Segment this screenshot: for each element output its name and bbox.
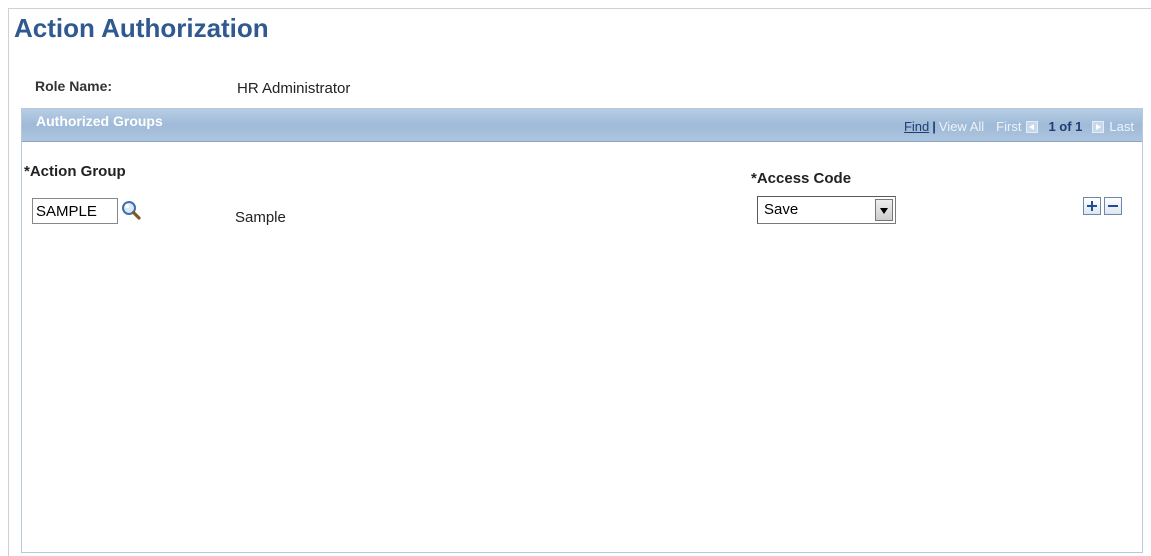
page-title: Action Authorization xyxy=(14,13,269,43)
chevron-down-icon[interactable] xyxy=(875,199,893,221)
role-name-label: Role Name: xyxy=(35,78,113,94)
view-all-link: View All xyxy=(938,119,985,134)
find-link[interactable]: Find xyxy=(904,119,929,134)
delete-row-button[interactable] xyxy=(1104,197,1122,215)
access-code-column-header: *Access Code xyxy=(751,170,852,187)
magnifying-glass-icon[interactable] xyxy=(120,199,142,221)
frame-left-border xyxy=(8,8,9,556)
row-count: 1 of 1 xyxy=(1048,119,1083,134)
minus-icon xyxy=(1108,205,1118,207)
grid-title: Authorized Groups xyxy=(36,113,163,129)
action-group-input[interactable] xyxy=(32,198,118,224)
action-group-description: Sample xyxy=(235,209,286,226)
authorized-groups-grid: Authorized Groups Find | View All First … xyxy=(21,108,1143,553)
access-code-selected-value: Save xyxy=(764,201,799,218)
action-group-column-header: *Action Group xyxy=(24,163,126,180)
grid-header: Authorized Groups Find | View All First … xyxy=(22,109,1142,142)
last-link: Last xyxy=(1109,119,1134,134)
first-link: First xyxy=(996,119,1022,134)
role-name-value: HR Administrator xyxy=(237,80,351,97)
access-code-select[interactable]: Save xyxy=(757,196,896,224)
previous-row-icon xyxy=(1026,120,1039,133)
add-row-button[interactable] xyxy=(1083,197,1101,215)
next-row-icon xyxy=(1092,120,1105,133)
grid-navigation: Find | View All First 1 of 1 Last xyxy=(904,119,1134,134)
nav-separator: | xyxy=(932,119,936,134)
frame-top-border xyxy=(8,8,1151,9)
